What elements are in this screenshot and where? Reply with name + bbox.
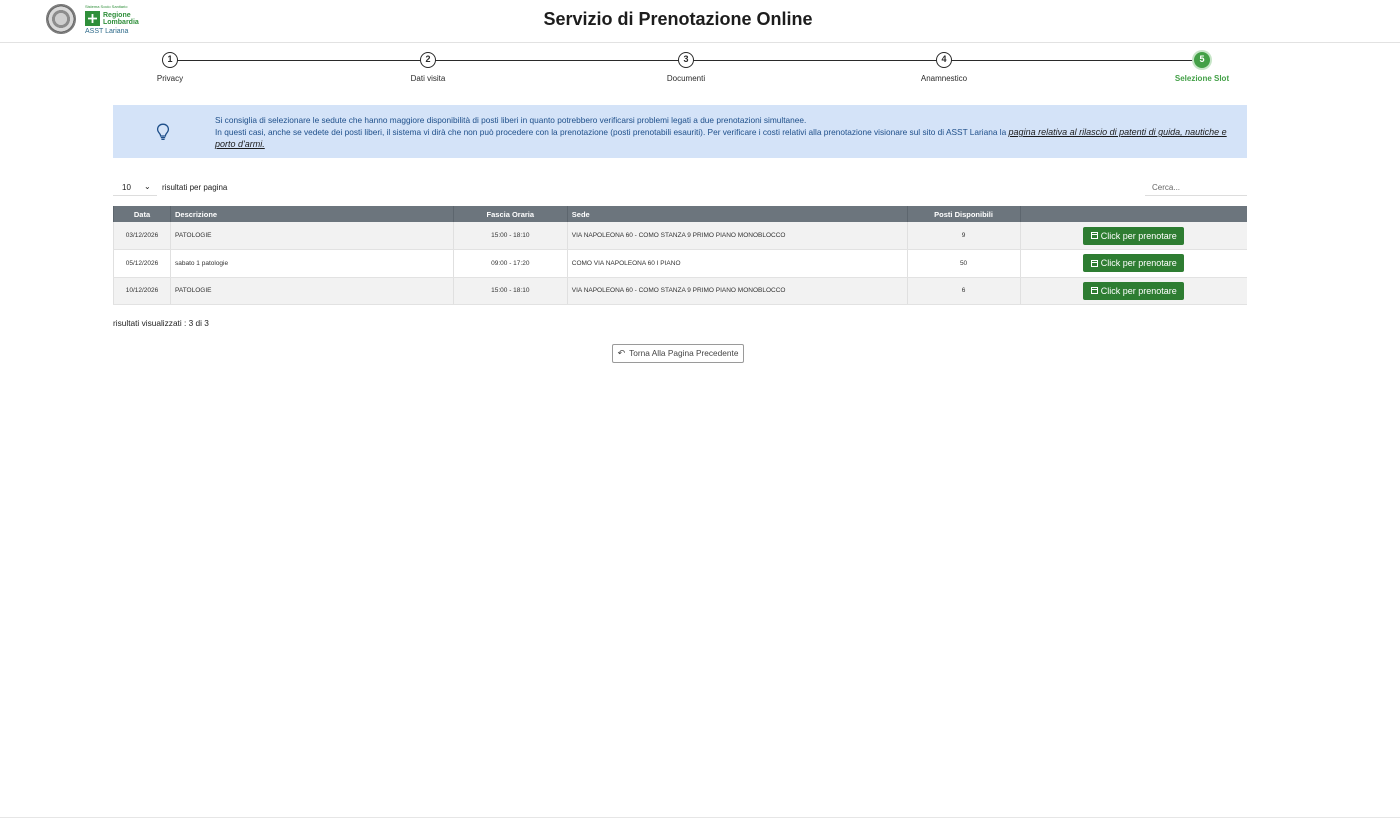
page-length-select[interactable]: 10 ⌄ xyxy=(113,180,157,196)
slots-table: Data Descrizione Fascia Oraria Sede Post… xyxy=(113,206,1247,305)
column-header-posti-disponibili[interactable]: Posti Disponibili xyxy=(906,206,1021,222)
step-label: Privacy xyxy=(156,74,184,83)
book-slot-button[interactable]: Click per prenotare xyxy=(1083,226,1185,245)
page-length-value: 10 xyxy=(122,183,131,192)
back-button[interactable]: ↶ Torna Alla Pagina Precedente xyxy=(612,344,744,363)
cell-location: COMO VIA NAPOLEONA 60 I PIANO xyxy=(566,249,908,278)
info-line-1: Si consiglia di selezionare le sedute ch… xyxy=(215,115,807,125)
page-bottom-divider xyxy=(0,817,1400,818)
cell-time: 15:00 - 18:10 xyxy=(452,277,568,305)
info-line-2: In questi casi, anche se vedete dei post… xyxy=(215,126,1230,150)
step-number: 1 xyxy=(162,52,178,68)
step-number: 2 xyxy=(420,52,436,68)
column-header-action xyxy=(1019,206,1247,222)
chevron-down-icon: ⌄ xyxy=(144,182,151,191)
step-documenti: 3 Documenti xyxy=(629,52,743,83)
cell-date: 03/12/2026 xyxy=(113,222,171,250)
cell-date: 05/12/2026 xyxy=(113,249,171,278)
table-header-row: Data Descrizione Fascia Oraria Sede Post… xyxy=(113,206,1247,222)
book-slot-button[interactable]: Click per prenotare xyxy=(1083,254,1185,273)
cell-action: Click per prenotare xyxy=(1019,277,1247,305)
calendar-icon xyxy=(1090,259,1098,267)
cell-location: VIA NAPOLEONA 60 - COMO STANZA 9 PRIMO P… xyxy=(566,277,908,305)
page-length-label: risultati per pagina xyxy=(162,183,228,192)
table-row: 05/12/2026 sabato 1 patologie 09:00 - 17… xyxy=(113,249,1247,278)
results-count: risultati visualizzati : 3 di 3 xyxy=(113,318,209,328)
page-header: Sistema Socio Sanitario Regione Lombardi… xyxy=(0,0,1400,43)
progress-stepper: 1 Privacy 2 Dati visita 3 Documenti 4 An… xyxy=(113,52,1247,88)
calendar-icon xyxy=(1090,287,1098,295)
reply-arrow-icon: ↶ xyxy=(617,348,626,358)
step-privacy: 1 Privacy xyxy=(113,52,227,83)
cell-description: PATOLOGIE xyxy=(169,222,454,250)
book-button-label: Click per prenotare xyxy=(1100,285,1177,296)
lightbulb-icon xyxy=(156,123,170,141)
book-button-label: Click per prenotare xyxy=(1100,230,1177,241)
calendar-icon xyxy=(1090,232,1098,239)
back-button-label: Torna Alla Pagina Precedente xyxy=(629,348,739,358)
search-input[interactable] xyxy=(1145,180,1247,196)
column-header-descrizione[interactable]: Descrizione xyxy=(169,206,454,222)
step-label: Dati visita xyxy=(410,74,446,83)
cell-location: VIA NAPOLEONA 60 - COMO STANZA 9 PRIMO P… xyxy=(566,222,908,250)
cell-action: Click per prenotare xyxy=(1019,249,1247,278)
info-alert: Si consiglia di selezionare le sedute ch… xyxy=(113,105,1247,158)
column-header-sede[interactable]: Sede xyxy=(566,206,908,222)
step-label: Anamnestico xyxy=(920,74,968,83)
table-row: 10/12/2026 PATOLOGIE 15:00 - 18:10 VIA N… xyxy=(113,277,1247,305)
cell-seats: 9 xyxy=(906,222,1021,250)
cell-description: PATOLOGIE xyxy=(169,277,454,305)
step-dati-visita: 2 Dati visita xyxy=(371,52,485,83)
step-number: 3 xyxy=(678,52,694,68)
column-header-data[interactable]: Data xyxy=(113,206,171,222)
cell-seats: 50 xyxy=(906,249,1021,278)
step-label: Selezione Slot xyxy=(1174,74,1230,83)
step-anamnestico: 4 Anamnestico xyxy=(887,52,1001,83)
cell-time: 09:00 - 17:20 xyxy=(452,249,568,278)
column-header-fascia-oraria[interactable]: Fascia Oraria xyxy=(452,206,568,222)
page-title: Servizio di Prenotazione Online xyxy=(543,9,813,29)
step-number: 5 xyxy=(1194,52,1210,68)
book-slot-button[interactable]: Click per prenotare xyxy=(1083,281,1185,300)
cell-action: Click per prenotare xyxy=(1019,222,1247,250)
cell-description: sabato 1 patologie xyxy=(169,249,454,278)
cell-date: 10/12/2026 xyxy=(113,277,171,305)
step-selezione-slot: 5 Selezione Slot xyxy=(1145,52,1259,83)
step-label: Documenti xyxy=(666,74,706,83)
cell-seats: 6 xyxy=(906,277,1021,305)
info-line-2-text: In questi casi, anche se vedete dei post… xyxy=(215,127,1009,137)
cell-time: 15:00 - 18:10 xyxy=(452,222,568,250)
table-row: 03/12/2026 PATOLOGIE 15:00 - 18:10 VIA N… xyxy=(113,222,1247,250)
step-number: 4 xyxy=(936,52,952,68)
info-text: Si consiglia di selezionare le sedute ch… xyxy=(215,114,1230,150)
book-button-label: Click per prenotare xyxy=(1100,258,1177,269)
